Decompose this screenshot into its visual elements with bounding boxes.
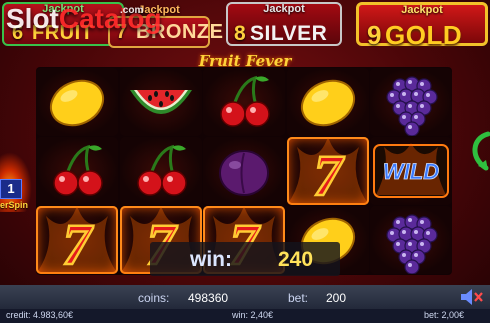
jackpot-number: 9	[367, 20, 382, 50]
cherries-icon	[53, 144, 103, 196]
win-display: win: 240	[150, 242, 340, 276]
reel-cell: WILD	[370, 137, 452, 205]
grapes-icon	[386, 76, 438, 136]
watermelon-icon	[129, 90, 192, 114]
superspin-badge[interactable]: 1	[0, 179, 22, 199]
grapes-icon	[386, 214, 438, 274]
bet-label: bet:	[288, 291, 309, 305]
win-label: win:	[190, 248, 232, 271]
speaker-muted-icon[interactable]	[458, 287, 484, 307]
watermark-brand-b: Catalog	[58, 3, 162, 34]
wild-symbol-text: WILD	[383, 159, 439, 184]
watermark-brand-a: Slot	[6, 3, 59, 34]
jackpot-label: Jackpot	[263, 3, 305, 15]
reel-cell	[370, 206, 452, 274]
plum-icon	[219, 150, 269, 196]
watermark-suffix: .com	[120, 5, 144, 16]
seven-icon: 7	[286, 137, 369, 205]
game-screen: Jackpot 6 FRUIT Jackpot 7 BRONZE Jackpot…	[0, 0, 490, 323]
reel-cell	[203, 68, 285, 136]
reel-cell: 7	[286, 137, 369, 205]
cherries-icon	[220, 75, 270, 127]
jackpot-number: 8	[234, 22, 246, 45]
reel-cell: 7	[36, 206, 118, 274]
bet-bar: coins: 498360 bet: 200	[0, 285, 490, 309]
reel-cell	[286, 68, 369, 136]
reel-cell	[36, 137, 118, 205]
watermark-logo: SlotCatalog .com	[6, 3, 162, 35]
seven-symbol-text: 7	[313, 143, 344, 205]
win-amount: 240	[278, 248, 314, 271]
bet-amount-small: bet: 2,00€	[424, 310, 465, 320]
cherries-icon	[136, 144, 187, 196]
jackpot-label: Jackpot	[401, 4, 443, 16]
reel-cell	[119, 68, 202, 136]
win-amount-small: win: 2,40€	[232, 310, 274, 320]
wild-icon: WILD	[373, 143, 449, 198]
jackpot-name: GOLD	[385, 20, 463, 50]
lemon-icon	[300, 79, 355, 127]
reel-cell	[370, 68, 452, 136]
reel-cell	[119, 137, 202, 205]
seven-symbol-text: 7	[63, 212, 94, 274]
credit-text: credit: 4.983,60€	[6, 310, 74, 320]
jackpot-silver: Jackpot 8 SILVER	[226, 2, 342, 46]
seven-icon: 7	[36, 206, 118, 274]
jackpot-gold: Jackpot 9 GOLD	[356, 2, 488, 50]
coins-value: 498360	[188, 291, 229, 305]
lemon-icon	[49, 79, 105, 127]
status-bar: credit: 4.983,60€ win: 2,40€ bet: 2,00€	[0, 309, 490, 323]
jackpot-name: SILVER	[250, 22, 328, 45]
reel-cell	[36, 68, 118, 136]
superspin-label: erSpin	[0, 200, 29, 210]
bet-value[interactable]: 200	[326, 291, 346, 305]
reel-cell	[203, 137, 285, 205]
coins-label: coins:	[138, 291, 170, 305]
spin-arrow-icon[interactable]	[466, 130, 490, 174]
